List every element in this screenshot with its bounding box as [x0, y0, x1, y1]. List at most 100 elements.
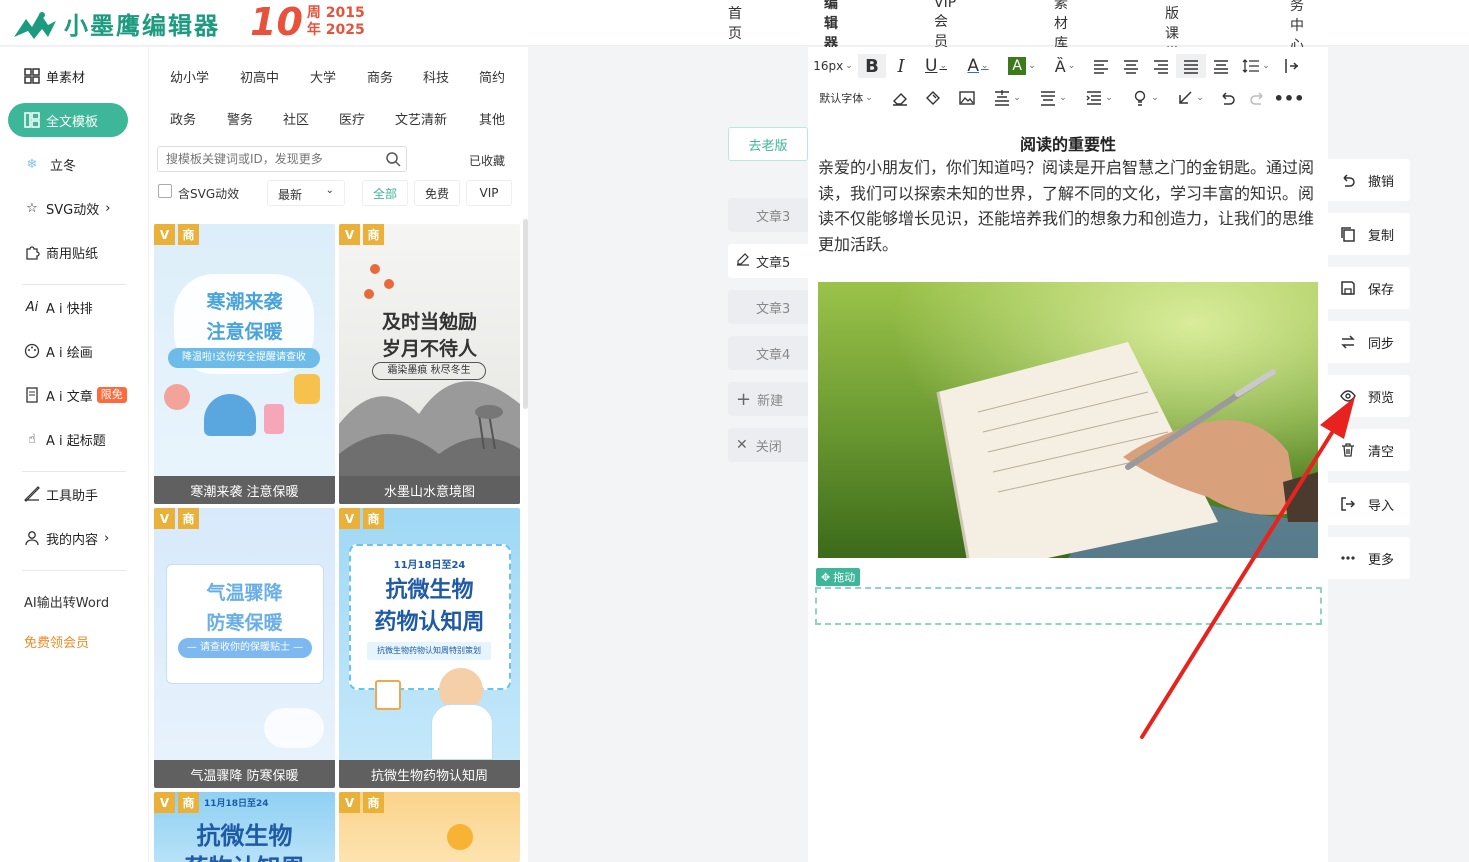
- italic-icon[interactable]: I: [886, 54, 916, 78]
- lightbulb-icon[interactable]: ⌄: [1122, 86, 1168, 110]
- align-justify-icon[interactable]: [1176, 54, 1206, 78]
- spacing-bottom-icon[interactable]: ⌄: [1030, 86, 1076, 110]
- category-literary[interactable]: 文艺清新: [395, 109, 447, 128]
- sidebar-item-lidong[interactable]: ❄ 立冬: [8, 147, 128, 181]
- copy-action-button[interactable]: 复制: [1328, 213, 1410, 255]
- format-painter-icon[interactable]: [916, 86, 950, 110]
- filter-vip[interactable]: VIP: [466, 180, 512, 206]
- template-icon: [24, 112, 40, 128]
- template-search-input[interactable]: [157, 146, 407, 172]
- category-tech[interactable]: 科技: [423, 67, 449, 86]
- article-tab-active[interactable]: 文章5: [728, 244, 808, 278]
- ai-to-word-link[interactable]: AI输出转Word: [24, 592, 109, 611]
- bold-icon[interactable]: B: [858, 54, 886, 78]
- category-middle-school[interactable]: 初高中: [240, 67, 279, 86]
- article-tab[interactable]: 文章3: [728, 290, 808, 324]
- category-business[interactable]: 商务: [367, 67, 393, 86]
- filter-free[interactable]: 免费: [414, 180, 460, 206]
- sidebar-item-single-material[interactable]: 单素材: [8, 59, 128, 93]
- anniversary-badge: 10 周 2015 年 2025: [250, 2, 365, 42]
- align-right-icon[interactable]: [1146, 54, 1176, 78]
- category-simple[interactable]: 简约: [479, 67, 505, 86]
- underline-icon[interactable]: U ⌄: [916, 54, 956, 78]
- spacing-top-icon[interactable]: ⌄: [984, 86, 1030, 110]
- import-action-button[interactable]: 导入: [1328, 483, 1410, 525]
- font-family-select[interactable]: 默认字体 ⌄: [808, 86, 884, 110]
- undo-icon[interactable]: [1212, 86, 1242, 110]
- template-card[interactable]: V 商 11月18日至24 抗微生物 药物认知周: [154, 792, 335, 862]
- more-options-icon[interactable]: •••: [1274, 86, 1305, 110]
- article-tab[interactable]: 文章3: [728, 198, 808, 232]
- nav-materials[interactable]: 素材库: [1054, 0, 1068, 53]
- align-distributed-icon[interactable]: [1206, 54, 1236, 78]
- template-card[interactable]: V 商 及时当勉励 岁月不待人 霜染墨痕 秋尽冬生 水墨山水意境图: [339, 224, 520, 504]
- sync-action-button[interactable]: 同步: [1328, 321, 1410, 363]
- preview-action-button[interactable]: 预览: [1328, 375, 1410, 417]
- writing-photo[interactable]: [818, 282, 1318, 558]
- font-color-icon[interactable]: A ⌄: [956, 54, 1000, 78]
- sidebar-item-label: A i 快排: [46, 301, 93, 317]
- eraser-icon[interactable]: [884, 86, 916, 110]
- free-vip-link[interactable]: 免费领会员: [24, 632, 89, 651]
- svg-filter-checkbox[interactable]: [158, 184, 172, 198]
- collected-link[interactable]: 已收藏: [469, 152, 505, 169]
- font-size-select[interactable]: 16px ⌄: [808, 54, 858, 78]
- filter-all[interactable]: 全部: [362, 180, 408, 206]
- sidebar-item-stickers[interactable]: 商用贴纸: [8, 235, 128, 269]
- category-government[interactable]: 政务: [170, 109, 196, 128]
- sidebar-item-ai-title[interactable]: ☝ A i 起标题: [8, 422, 128, 456]
- undo-action-button[interactable]: 撤销: [1328, 159, 1410, 201]
- category-primary[interactable]: 幼小学: [170, 67, 209, 86]
- sidebar-item-my-content[interactable]: 我的内容 ›: [8, 521, 128, 555]
- document-body[interactable]: 亲爱的小朋友们，你们知道吗？阅读是开启智慧之门的金钥匙。通过阅读，我们可以探索未…: [818, 155, 1322, 257]
- anniversary-top: 周 2015: [306, 5, 365, 21]
- sidebar-item-tools[interactable]: 工具助手: [8, 477, 128, 511]
- user-icon: [24, 530, 40, 546]
- close-article-button[interactable]: ✕ 关闭: [728, 428, 808, 462]
- ruler-icon: [24, 486, 40, 502]
- line-height-icon[interactable]: ⌄: [1236, 54, 1276, 78]
- indent-icon[interactable]: [1276, 54, 1306, 78]
- category-police[interactable]: 警务: [227, 109, 253, 128]
- clear-action-button[interactable]: 清空: [1328, 429, 1410, 471]
- image-icon[interactable]: [950, 86, 984, 110]
- align-left-icon[interactable]: [1086, 54, 1116, 78]
- sidebar-item-full-template[interactable]: 全文模板: [8, 103, 128, 137]
- sidebar-item-svg[interactable]: ☆ SVG动效 ›: [8, 191, 128, 225]
- new-article-button[interactable]: + 新建: [728, 382, 808, 416]
- template-card[interactable]: V 商 气温骤降 防寒保暖 — 请查收你的保暖贴士 — 气温骤降 防寒保暖: [154, 508, 335, 788]
- highlight-color-icon[interactable]: A ⌄: [1000, 54, 1044, 78]
- template-card[interactable]: V 商 寒潮来袭 注意保暖 降温啦!这份安全提醒请查收 寒潮来袭 注意保暖: [154, 224, 335, 504]
- nav-home[interactable]: 首页: [728, 3, 742, 43]
- vip-tag: V: [339, 792, 360, 813]
- article-tab[interactable]: 文章4: [728, 336, 808, 370]
- sidebar-item-ai-paint[interactable]: A i 绘画: [8, 334, 128, 368]
- template-card[interactable]: V 商: [339, 792, 520, 862]
- sidebar-item-ai-article[interactable]: A i 文章 限免: [8, 378, 128, 412]
- go-old-version-button[interactable]: 去老版: [728, 127, 808, 161]
- search-icon[interactable]: [385, 151, 401, 167]
- redo-icon[interactable]: [1242, 86, 1274, 110]
- more-action-button[interactable]: 更多: [1328, 537, 1410, 579]
- brand-logo[interactable]: 小墨鹰编辑器: [12, 6, 220, 41]
- category-community[interactable]: 社区: [283, 109, 309, 128]
- sidebar-item-label: 我的内容: [46, 532, 99, 548]
- text-effect-icon[interactable]: Ȁ ⌄: [1044, 54, 1086, 78]
- drag-handle[interactable]: ✥ 拖动: [816, 568, 861, 586]
- document-title[interactable]: 阅读的重要性: [808, 131, 1328, 155]
- save-action-button[interactable]: 保存: [1328, 267, 1410, 309]
- letter-spacing-icon[interactable]: ⌄: [1076, 86, 1122, 110]
- arrow-down-left-icon[interactable]: ⌄: [1168, 86, 1212, 110]
- template-card[interactable]: V 商 11月18日至24 抗微生物 药物认知周 抗微生物药物认知周特别策划 抗…: [339, 508, 520, 788]
- category-medical[interactable]: 医疗: [339, 109, 365, 128]
- sidebar-item-ai-layout[interactable]: Ai A i 快排: [8, 290, 128, 324]
- category-university[interactable]: 大学: [310, 67, 336, 86]
- nav-editor[interactable]: 编辑器: [824, 0, 838, 53]
- template-scrollbar[interactable]: [523, 219, 528, 409]
- sort-select[interactable]: 最新 ⌄: [267, 180, 345, 206]
- align-center-icon[interactable]: [1116, 54, 1146, 78]
- card-title-line1: 寒潮来袭: [206, 291, 283, 313]
- empty-block-placeholder[interactable]: [815, 587, 1322, 625]
- nav-vip[interactable]: VIP会员: [934, 0, 956, 51]
- category-other[interactable]: 其他: [479, 109, 505, 128]
